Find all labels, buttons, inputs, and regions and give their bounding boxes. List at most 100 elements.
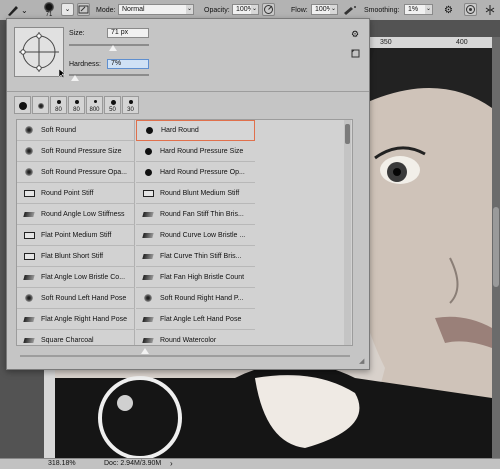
smoothing-settings-gear-icon[interactable]: ⚙ [444, 0, 453, 20]
size-pressure-icon[interactable] [464, 3, 477, 16]
recent-brush-preset[interactable]: 30 [122, 96, 139, 114]
recent-brush-preset[interactable]: 80 [50, 96, 67, 114]
recent-brush-preset[interactable] [32, 96, 49, 114]
brush-tip-icon [57, 100, 61, 104]
smoothing-dropdown-icon[interactable]: ⌄ [425, 4, 433, 15]
brush-list-item[interactable]: Square Charcoal [17, 330, 135, 345]
hardness-slider-track[interactable] [69, 74, 149, 76]
brush-list-item[interactable]: Round Point Stiff [17, 183, 135, 204]
opacity-input[interactable]: 100% [232, 4, 254, 15]
brush-name: Hard Round Pressure Op... [160, 168, 245, 176]
recent-brush-preset[interactable]: 80 [68, 96, 85, 114]
brush-name: Hard Round [161, 127, 199, 134]
brush-list-item[interactable]: Flat Angle Left Hand Pose [136, 309, 255, 330]
brush-name: Round Blunt Medium Stiff [160, 189, 240, 197]
brush-list-item[interactable]: Flat Curve Thin Stiff Bris... [136, 246, 255, 267]
zoom-level[interactable]: 318.18% [48, 460, 76, 467]
brush-list-item[interactable]: Soft Round Pressure Size [17, 141, 135, 162]
brush-name: Flat Angle Low Bristle Co... [41, 273, 126, 281]
opacity-dropdown-icon[interactable]: ⌄ [251, 4, 259, 15]
size-label: Size: [69, 30, 85, 37]
hardness-label: Hardness: [69, 61, 101, 68]
stroke-brush-icon [17, 337, 41, 343]
recent-brush-preset[interactable] [14, 96, 31, 114]
panel-corner-grip-icon[interactable]: ◢ [359, 357, 364, 365]
brush-tip-icon [44, 2, 54, 12]
preset-size-label: 80 [73, 107, 80, 113]
brush-list-item[interactable]: Round Watercolor [136, 330, 255, 345]
airbrush-icon[interactable] [343, 0, 357, 20]
brush-list-item[interactable]: Round Blunt Medium Stiff [136, 183, 255, 204]
ruler-mark-2: 400 [456, 39, 468, 46]
opacity-pressure-icon[interactable] [262, 3, 275, 16]
brush-name: Square Charcoal [41, 336, 94, 344]
brush-list-item[interactable]: Flat Angle Low Bristle Co... [17, 267, 135, 288]
hardness-input[interactable]: 7% [107, 59, 149, 69]
brush-list-item[interactable]: Soft Round [17, 120, 135, 141]
symmetry-icon[interactable] [484, 0, 496, 20]
soft-brush-icon [17, 126, 41, 134]
brush-tool-icon[interactable] [6, 0, 20, 20]
brush-list-item[interactable]: Flat Fan High Bristle Count [136, 267, 255, 288]
brush-list-item[interactable]: Hard Round [136, 120, 255, 141]
vertical-scrollbar[interactable] [492, 37, 500, 458]
stroke-brush-icon [136, 253, 160, 259]
mode-dropdown-icon[interactable]: ⌄ [186, 4, 194, 15]
stroke-brush-icon [136, 232, 160, 238]
brush-name: Soft Round Pressure Size [41, 147, 122, 155]
brush-name: Round Watercolor [160, 336, 217, 344]
brush-list-item[interactable]: Flat Angle Right Hand Pose [17, 309, 135, 330]
status-arrow-icon[interactable]: › [170, 459, 173, 468]
brush-list-item[interactable]: Soft Round Right Hand P... [136, 288, 255, 309]
brush-list-item[interactable]: Hard Round Pressure Op... [136, 162, 255, 183]
soft-brush-icon [17, 294, 41, 302]
smoothing-input[interactable]: 1% [404, 4, 426, 15]
brush-name: Flat Angle Left Hand Pose [160, 315, 242, 323]
preset-size-label: 800 [89, 107, 100, 113]
panel-resize-bar [20, 355, 350, 357]
brush-list-item[interactable]: Soft Round Left Hand Pose [17, 288, 135, 309]
panel-resize-handle[interactable] [141, 348, 149, 354]
size-input[interactable]: 71 px [107, 28, 149, 38]
mouse-cursor-icon [59, 69, 66, 79]
brush-settings-icon[interactable] [77, 3, 90, 16]
brush-tip-icon [93, 100, 97, 103]
panel-divider [7, 91, 369, 92]
brush-tip-preview[interactable] [14, 27, 64, 77]
brush-list-item[interactable]: Round Curve Low Bristle ... [136, 225, 255, 246]
flow-input[interactable]: 100% [311, 4, 333, 15]
brush-list-item[interactable]: Flat Point Medium Stiff [17, 225, 135, 246]
flow-dropdown-icon[interactable]: ⌄ [330, 4, 338, 15]
brush-list-item[interactable]: Round Fan Stiff Thin Bris... [136, 204, 255, 225]
tool-preset-dropdown-icon[interactable]: ⌄ [21, 0, 28, 20]
brush-list-item[interactable]: Round Angle Low Stiffness [17, 204, 135, 225]
vertical-scrollbar-thumb[interactable] [493, 207, 499, 287]
recent-brush-preset[interactable]: 50 [104, 96, 121, 114]
new-preset-icon[interactable] [351, 49, 360, 60]
mode-select[interactable]: Normal [118, 4, 194, 15]
smoothing-label: Smoothing: [364, 6, 400, 14]
brush-list-scrollbar-thumb[interactable] [345, 124, 350, 144]
panel-settings-gear-icon[interactable]: ⚙ [351, 29, 359, 40]
recent-brush-preset[interactable]: 800 [86, 96, 103, 114]
brush-picker-toggle[interactable]: ⌄ [61, 3, 74, 16]
brush-list-item[interactable]: Flat Blunt Short Stiff [17, 246, 135, 267]
brush-name: Round Angle Low Stiffness [41, 210, 125, 218]
soft-brush-icon [136, 294, 160, 302]
brush-list-item[interactable]: Soft Round Pressure Opa... [17, 162, 135, 183]
flat-brush-icon [136, 189, 160, 197]
brush-list-item[interactable]: Hard Round Pressure Size [136, 141, 255, 162]
size-slider-knob[interactable] [109, 45, 117, 51]
brush-preset-picker[interactable]: 71 [44, 0, 54, 20]
stroke-brush-icon [136, 211, 160, 217]
brush-list-scrollbar[interactable] [344, 120, 351, 345]
brush-name: Soft Round Right Hand P... [160, 294, 244, 302]
flat-brush-icon [17, 231, 41, 239]
stroke-brush-icon [17, 274, 41, 280]
preset-size-label: 30 [127, 107, 134, 113]
stroke-brush-icon [17, 316, 41, 322]
opacity-label: Opacity: [204, 6, 230, 14]
preset-size-label: 50 [109, 107, 116, 113]
mode-label: Mode: [96, 6, 116, 14]
hardness-slider-knob[interactable] [70, 75, 79, 81]
